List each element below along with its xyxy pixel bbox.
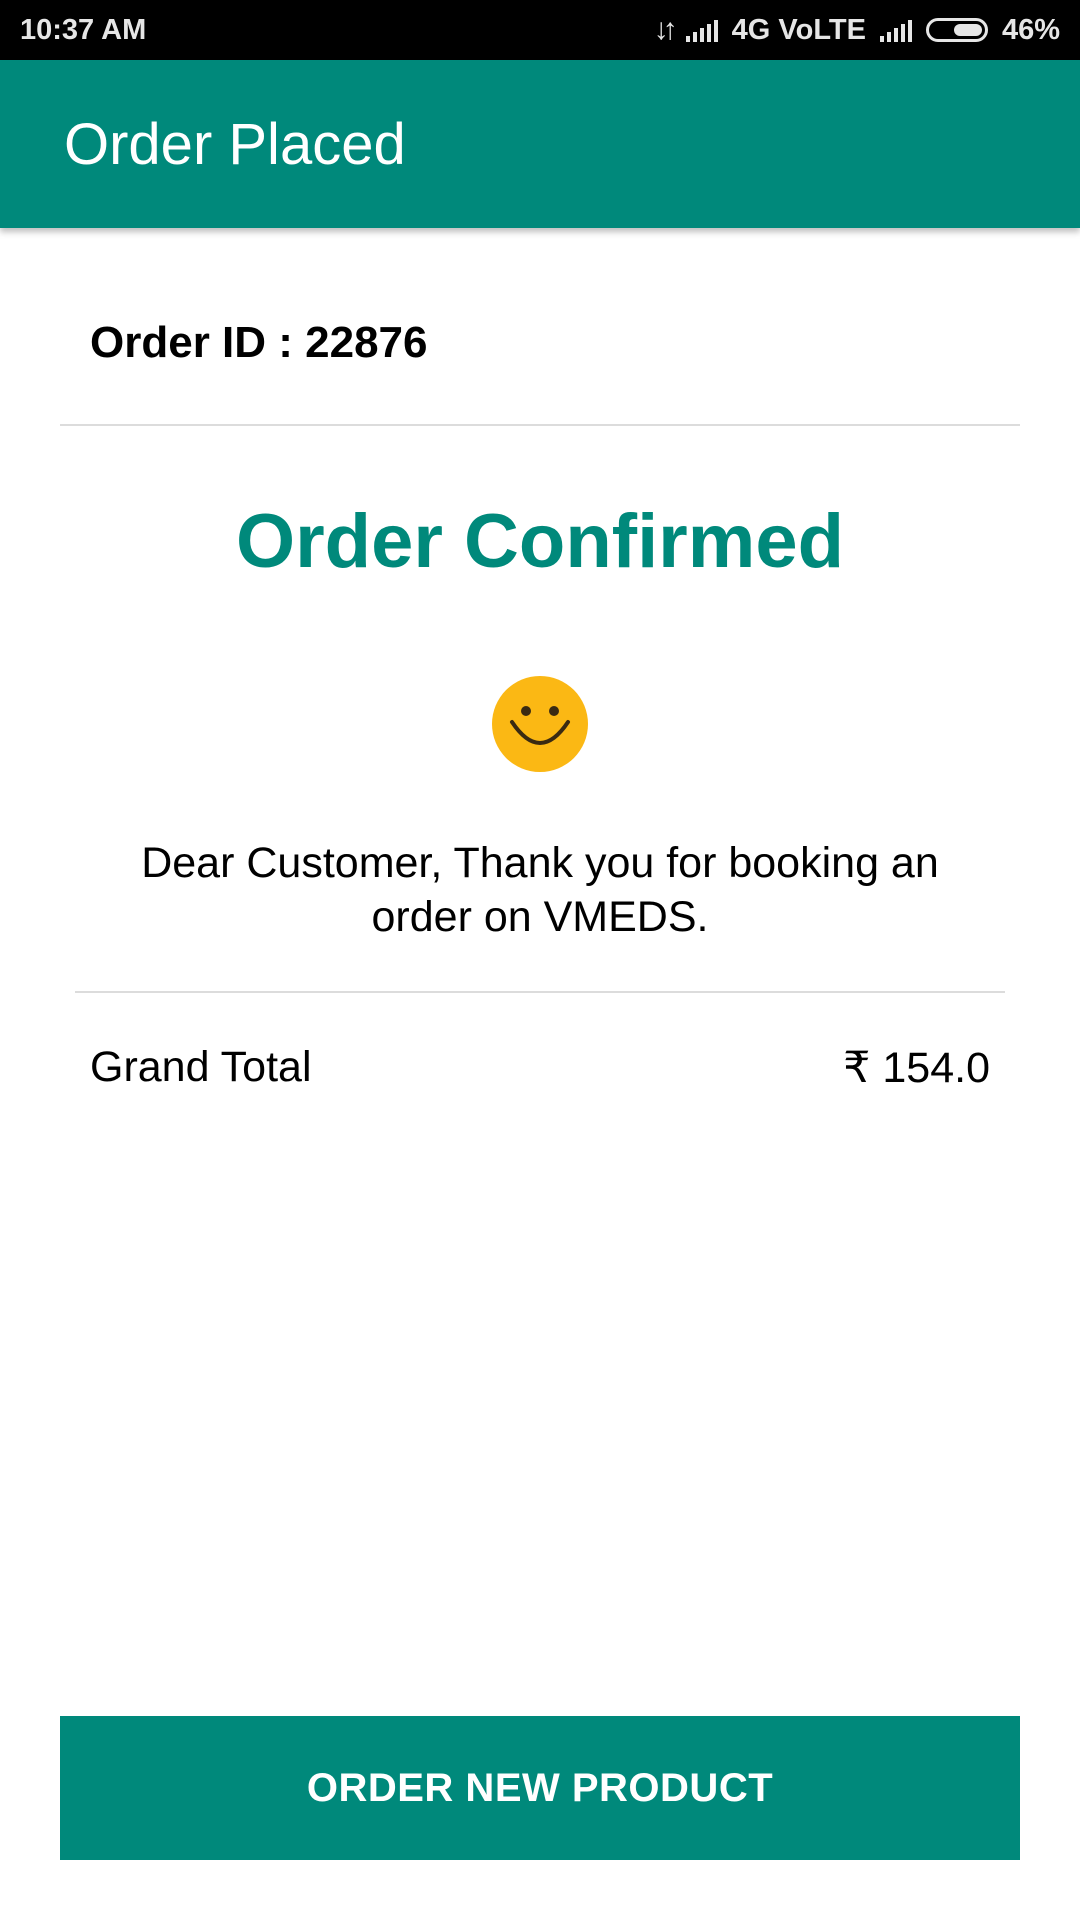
data-transfer-icon: ↓↑ [653,13,678,46]
divider [75,991,1005,993]
signal-icon [879,18,912,42]
status-bar: 10:37 AM ↓↑ 4G VoLTE 46% [0,0,1080,60]
page-title: Order Placed [64,111,406,177]
status-time: 10:37 AM [20,13,147,46]
grand-total-value: ₹ 154.0 [843,1044,990,1092]
battery-icon [925,18,988,42]
network-type: 4G VoLTE [731,13,866,46]
thank-you-message: Dear Customer, Thank you for booking an … [141,839,939,941]
grand-total-label: Grand Total [90,1043,312,1091]
battery-percent: 46% [1001,13,1060,46]
order-id: Order ID : 22876 [90,318,428,367]
app-bar: Order Placed [0,60,1080,228]
order-confirmed-heading: Order Confirmed [235,499,845,584]
status-icons: ↓↑ 4G VoLTE 46% [654,13,1060,47]
divider [60,424,1020,426]
signal-icon [685,18,718,42]
smiley-icon [492,676,588,772]
order-new-product-button[interactable]: ORDER NEW PRODUCT [60,1716,1020,1860]
